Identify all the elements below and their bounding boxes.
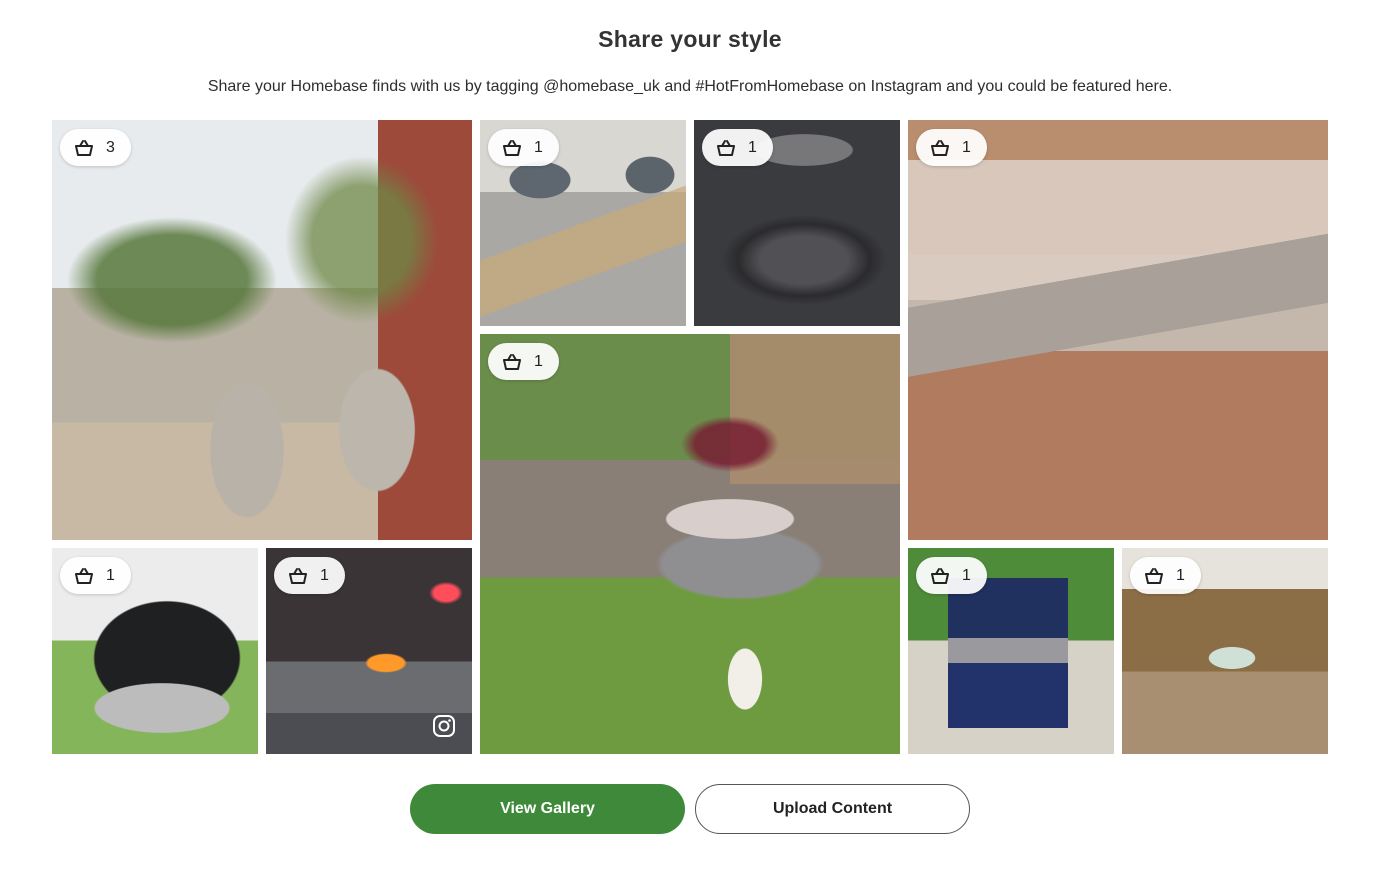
basket-icon <box>289 567 307 584</box>
shop-count-badge[interactable]: 1 <box>60 557 131 594</box>
gallery-tile-hot-tub[interactable]: 1 <box>52 548 258 754</box>
gallery-tile-rattan-chairs[interactable]: 1 <box>480 120 686 326</box>
shop-count-badge[interactable]: 1 <box>488 343 559 380</box>
shop-count: 1 <box>748 138 757 156</box>
shop-count: 1 <box>534 138 543 156</box>
shop-count: 1 <box>962 138 971 156</box>
basket-icon <box>931 567 949 584</box>
instagram-icon <box>433 715 455 737</box>
gallery-tile-metal-bistro-set[interactable]: 1 <box>694 120 900 326</box>
basket-icon <box>931 139 949 156</box>
shop-count: 1 <box>1176 566 1185 584</box>
shop-count: 1 <box>106 566 115 584</box>
shop-count: 3 <box>106 138 115 156</box>
gallery-tile-gas-bbq[interactable]: 1 <box>908 548 1114 754</box>
basket-icon <box>75 139 93 156</box>
section-subtitle: Share your Homebase finds with us by tag… <box>207 78 1173 95</box>
basket-icon <box>503 139 521 156</box>
shop-count-badge[interactable]: 1 <box>702 129 773 166</box>
shop-count-badge[interactable]: 1 <box>916 129 987 166</box>
shop-count-badge[interactable]: 1 <box>916 557 987 594</box>
shop-count-badge[interactable]: 1 <box>1130 557 1201 594</box>
upload-content-button[interactable]: Upload Content <box>695 784 970 834</box>
view-gallery-button[interactable]: View Gallery <box>410 784 685 834</box>
shop-count: 1 <box>962 566 971 584</box>
basket-icon <box>503 353 521 370</box>
gallery-tile-pergola-hot-tub[interactable]: 1 <box>1122 548 1328 754</box>
shop-count: 1 <box>534 352 543 370</box>
section-title: Share your style <box>598 26 782 52</box>
shop-count: 1 <box>320 566 329 584</box>
basket-icon <box>717 139 735 156</box>
basket-icon <box>75 567 93 584</box>
shop-count-badge[interactable]: 1 <box>274 557 345 594</box>
shop-count-badge[interactable]: 3 <box>60 129 131 166</box>
gallery-tile-corner-sofa-dining[interactable]: 1 <box>908 120 1328 540</box>
gallery-tile-planters[interactable]: 3 <box>52 120 472 540</box>
gallery-tile-garden-sofa-dog[interactable]: 1 <box>480 334 900 754</box>
gallery-tile-fire-pit-patio[interactable]: 1 <box>266 548 472 754</box>
shop-count-badge[interactable]: 1 <box>488 129 559 166</box>
basket-icon <box>1145 567 1163 584</box>
